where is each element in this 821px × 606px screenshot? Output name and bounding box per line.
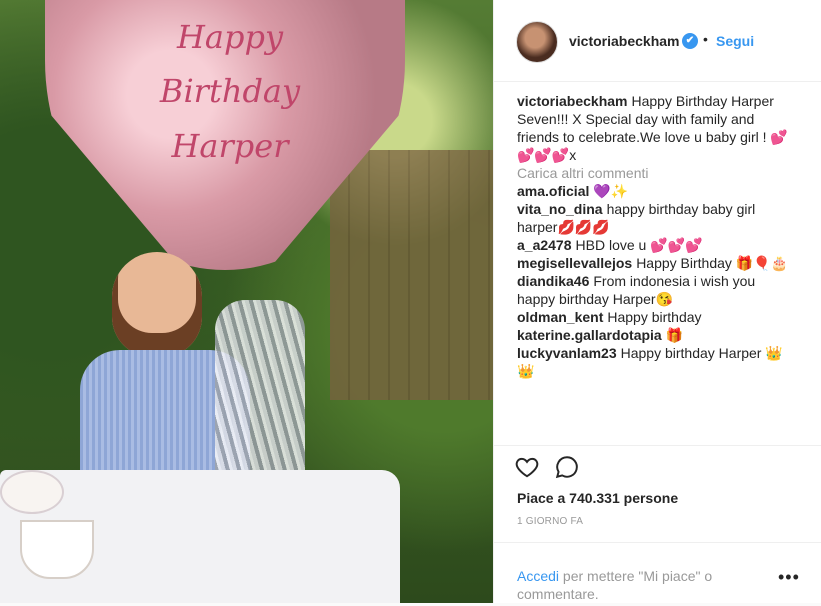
comment-item: luckyvanlam23 Happy birthday Harper 👑👑 (517, 344, 792, 380)
comment-text: 🎁 (665, 327, 684, 343)
comment-item: megisellevallejos Happy Birthday 🎁🎈🎂 (517, 254, 792, 272)
balloon-word-2: Birthday (159, 72, 301, 111)
comment-username[interactable]: vita_no_dina (517, 201, 603, 217)
post-side-panel: victoriabeckham ✔ • Segui victoriabeckha… (493, 0, 821, 603)
comment-item: a_a2478 HBD love u 💕💕💕 (517, 236, 792, 254)
avatar[interactable] (516, 21, 558, 63)
comment-text: 💜✨ (593, 183, 629, 199)
likes-count[interactable]: Piace a 740.331 persone (517, 490, 678, 506)
verified-badge-icon: ✔ (682, 33, 698, 49)
comment-text: Happy Birthday 🎁🎈🎂 (636, 255, 789, 271)
caption-username[interactable]: victoriabeckham (517, 93, 628, 109)
balloon-lettering: Happy Birthday Harper (130, 10, 330, 173)
saucer (0, 470, 64, 514)
comment-username[interactable]: oldman_kent (517, 309, 603, 325)
comment-username[interactable]: diandika46 (517, 273, 589, 289)
wooden-fence (330, 150, 493, 400)
comment-item: katerine.gallardotapia 🎁 (517, 326, 792, 344)
post-timestamp: 1 GIORNO FA (517, 516, 584, 527)
load-more-comments-button[interactable]: Carica altri commenti (517, 164, 792, 182)
post-photo[interactable]: Happy Birthday Harper (0, 0, 493, 603)
comment-text: HBD love u 💕💕💕 (575, 237, 703, 253)
balloon-word-1: Happy (176, 18, 284, 56)
girl-head (112, 252, 202, 357)
login-link[interactable]: Accedi (517, 568, 559, 584)
comments-list[interactable]: victoriabeckham Happy Birthday Harper Sev… (517, 92, 792, 445)
heart-outline-icon[interactable] (514, 454, 540, 485)
post-actions: Piace a 740.331 persone 1 GIORNO FA Acce… (494, 445, 821, 605)
balloon-word-3: Harper (171, 126, 289, 165)
comment-username[interactable]: megisellevallejos (517, 255, 632, 271)
comment-item: vita_no_dina happy birthday baby girl har… (517, 200, 792, 236)
speech-bubble-icon[interactable] (554, 454, 580, 485)
comment-username[interactable]: ama.oficial (517, 183, 589, 199)
header-username[interactable]: victoriabeckham (569, 33, 680, 49)
header-separator: • (703, 31, 708, 47)
more-options-icon[interactable]: ••• (778, 567, 800, 588)
teacup (20, 520, 94, 579)
comment-username[interactable]: katerine.gallardotapia (517, 327, 662, 343)
follow-button[interactable]: Segui (716, 33, 754, 49)
comment-item: ama.oficial 💜✨ (517, 182, 792, 200)
comment-username[interactable]: a_a2478 (517, 237, 572, 253)
post-caption: victoriabeckham Happy Birthday Harper Sev… (517, 92, 792, 164)
login-bar: Accedi per mettere "Mi piace" o commenta… (494, 542, 821, 606)
post-header: victoriabeckham ✔ • Segui (494, 0, 821, 82)
comment-username[interactable]: luckyvanlam23 (517, 345, 617, 361)
login-prompt: Accedi per mettere "Mi piace" o commenta… (517, 567, 747, 603)
comment-item: oldman_kent Happy birthday (517, 308, 792, 326)
comment-text: Happy birthday (607, 309, 702, 325)
comment-item: diandika46 From indonesia i wish you happ… (517, 272, 792, 308)
